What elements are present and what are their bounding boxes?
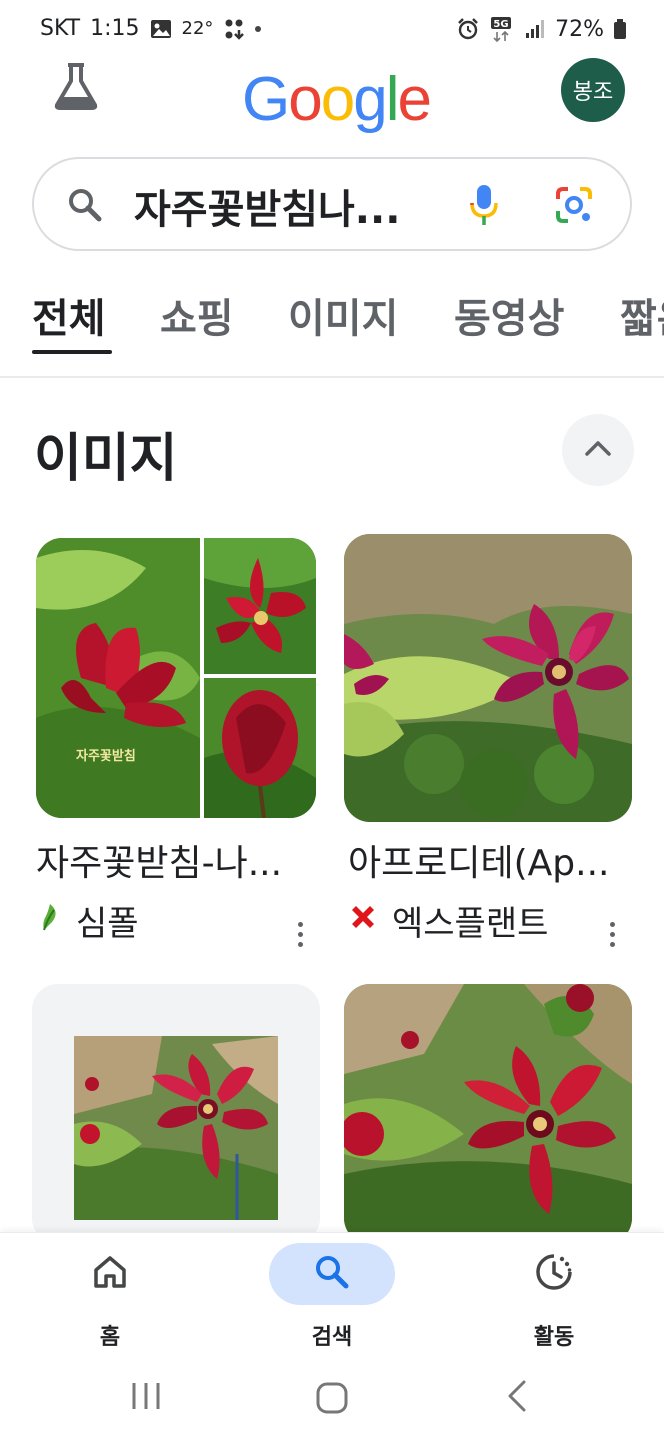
- nav-home-label: 홈: [99, 1325, 121, 1350]
- nav-search[interactable]: 검색: [262, 1233, 402, 1363]
- image-watermark: 자주꽃받침: [76, 748, 136, 764]
- svg-text:5G: 5G: [494, 19, 509, 30]
- alarm-icon: [457, 18, 479, 40]
- source-name: 엑스플랜트: [392, 904, 549, 944]
- labs-button[interactable]: [48, 60, 104, 116]
- activity-icon: [534, 1252, 574, 1296]
- nav-activity[interactable]: 활동: [484, 1233, 624, 1363]
- bottom-navigation: 홈 검색 활동: [0, 1232, 664, 1362]
- nav-home[interactable]: 홈: [40, 1233, 180, 1363]
- time-label: 1:15: [90, 16, 140, 41]
- network-5g-icon: 5G: [489, 16, 515, 42]
- search-box[interactable]: 자주꽃받침나...: [32, 157, 632, 251]
- notification-dot: [255, 25, 262, 32]
- image-result-1-title[interactable]: 자주꽃받침-나...: [36, 834, 282, 886]
- more-options-button[interactable]: [600, 914, 624, 954]
- tab-images[interactable]: 이미지: [288, 286, 398, 344]
- image-result-3[interactable]: [32, 984, 320, 1244]
- signal-icon: [525, 19, 545, 39]
- search-icon: [313, 1253, 351, 1295]
- tab-indicator: [32, 350, 112, 354]
- search-query[interactable]: 자주꽃받침나...: [134, 177, 444, 235]
- tab-videos[interactable]: 동영상: [454, 286, 564, 344]
- carrier-label: SKT: [40, 16, 81, 41]
- app-header: Google 봉조: [0, 58, 664, 148]
- back-button[interactable]: [500, 1378, 536, 1418]
- tab-shorts[interactable]: 짧은: [620, 286, 664, 344]
- nav-activity-label: 활동: [533, 1325, 575, 1350]
- leaf-icon: [36, 901, 62, 941]
- recent-apps-icon: [128, 1378, 164, 1418]
- collapse-button[interactable]: [562, 414, 634, 486]
- tab-shopping[interactable]: 쇼핑: [160, 286, 234, 344]
- more-options-button[interactable]: [288, 914, 312, 954]
- home-square-icon: [312, 1378, 352, 1422]
- image-result-1[interactable]: 자주꽃받침: [36, 538, 316, 818]
- source-name: 심폴: [76, 904, 139, 944]
- search-icon: [66, 186, 104, 228]
- flask-icon: [51, 61, 101, 115]
- image-result-2-source[interactable]: 엑스플랜트: [348, 896, 548, 945]
- image-result-4[interactable]: [344, 984, 632, 1244]
- nav-search-label: 검색: [311, 1325, 353, 1350]
- battery-icon: [614, 19, 626, 39]
- image-result-2-title[interactable]: 아프로디테(Ap...: [348, 834, 609, 886]
- battery-label: 72%: [555, 16, 604, 42]
- red-x-icon: [348, 901, 378, 941]
- tabs-divider: [0, 376, 664, 378]
- image-result-2[interactable]: [344, 534, 632, 822]
- download-icon: [223, 18, 245, 40]
- images-section-title: 이미지: [34, 429, 178, 489]
- image-result-1-source[interactable]: 심폴: [36, 896, 139, 945]
- recent-apps-button[interactable]: [128, 1378, 164, 1418]
- home-button[interactable]: [312, 1378, 352, 1422]
- chevron-up-icon: [584, 439, 612, 461]
- mic-icon[interactable]: [468, 183, 500, 231]
- status-bar: SKT 1:15 22° 5G 72%: [0, 0, 664, 58]
- home-icon: [91, 1253, 129, 1295]
- account-avatar[interactable]: 봉조: [561, 58, 625, 122]
- back-chevron-icon: [500, 1378, 536, 1418]
- google-logo[interactable]: Google: [242, 64, 432, 135]
- lens-icon[interactable]: [554, 185, 594, 229]
- system-navigation-bar: [0, 1362, 664, 1440]
- gallery-icon: [150, 19, 172, 39]
- search-tabs: 전체 쇼핑 이미지 동영상 짧은: [0, 286, 664, 362]
- tab-all[interactable]: 전체: [32, 286, 106, 344]
- temperature-label: 22°: [181, 18, 214, 39]
